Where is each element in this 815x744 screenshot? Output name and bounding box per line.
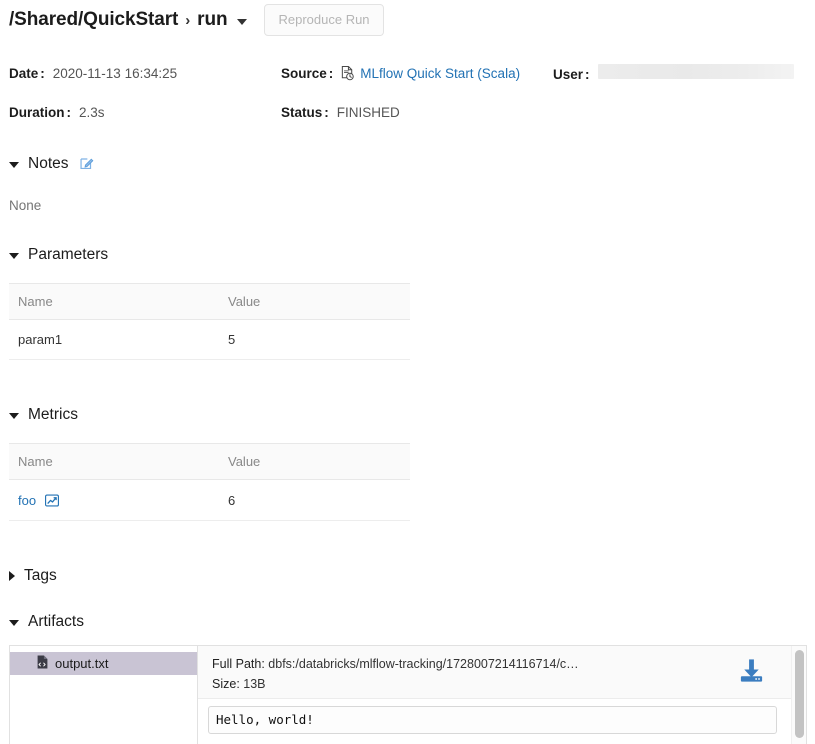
edit-pencil-icon[interactable]: [80, 156, 94, 175]
notes-title: Notes: [28, 155, 69, 173]
date-label: Date:: [9, 66, 45, 81]
artifact-detail-header: Full Path: dbfs:/databricks/mlflow-track…: [198, 646, 791, 699]
parameter-value: 5: [219, 320, 410, 360]
size-value: 13B: [243, 677, 265, 691]
artifact-full-path: Full Path: dbfs:/databricks/mlflow-track…: [212, 654, 579, 674]
column-header-name: Name: [9, 284, 219, 320]
date-value: 2020-11-13 16:34:25: [53, 66, 177, 81]
run-details-page: /Shared/QuickStart › run Reproduce Run D…: [0, 0, 815, 744]
artifact-tree-item-output-txt[interactable]: output.txt: [10, 652, 197, 675]
caret-down-icon[interactable]: [9, 413, 19, 419]
parameters-table: Name Value param1 5: [9, 283, 410, 360]
caret-down-icon[interactable]: [9, 620, 19, 626]
size-label: Size:: [212, 677, 240, 691]
breadcrumb-root[interactable]: /Shared/QuickStart: [9, 9, 178, 31]
artifact-browser: output.txt Full Path: dbfs:/databricks/m…: [9, 645, 807, 744]
duration-field: Duration: 2.3s: [9, 105, 281, 120]
table-row: foo 6: [9, 480, 410, 521]
artifact-panel-scrollbar[interactable]: [791, 646, 806, 744]
metadata-row-2: Duration: 2.3s Status: FINISHED: [9, 99, 809, 125]
metadata-row-1: Date: 2020-11-13 16:34:25 Source: MLflow…: [9, 60, 809, 86]
metrics-section-header[interactable]: Metrics: [9, 406, 78, 424]
artifact-file-tree: output.txt: [10, 646, 198, 744]
status-value: FINISHED: [337, 105, 400, 120]
artifact-file-name: output.txt: [55, 656, 108, 671]
parameter-name: param1: [9, 320, 219, 360]
breadcrumb-separator-icon: ›: [185, 12, 190, 29]
source-label: Source:: [281, 66, 333, 81]
user-label: User:: [553, 67, 590, 82]
notes-body-text: None: [9, 198, 41, 213]
line-chart-icon[interactable]: [45, 495, 59, 510]
notebook-revision-icon: [340, 66, 355, 86]
metric-name-cell: foo: [9, 480, 219, 521]
artifacts-title: Artifacts: [28, 613, 84, 631]
scrollbar-thumb[interactable]: [795, 650, 804, 738]
metrics-table: Name Value foo 6: [9, 443, 410, 521]
notes-section-header[interactable]: Notes: [9, 154, 94, 173]
duration-value: 2.3s: [79, 105, 105, 120]
artifact-detail-view: Full Path: dbfs:/databricks/mlflow-track…: [198, 646, 791, 744]
metric-value: 6: [219, 480, 410, 521]
column-header-name: Name: [9, 444, 219, 480]
column-header-value: Value: [219, 444, 410, 480]
status-field: Status: FINISHED: [281, 105, 553, 120]
breadcrumb-current-run: run: [197, 9, 227, 31]
caret-down-icon[interactable]: [9, 162, 19, 168]
tags-title: Tags: [24, 567, 57, 585]
user-value-redacted: [598, 64, 794, 79]
table-row: param1 5: [9, 320, 410, 360]
artifacts-section-header[interactable]: Artifacts: [9, 613, 84, 631]
source-notebook-link[interactable]: MLflow Quick Start (Scala): [360, 66, 520, 81]
status-label: Status:: [281, 105, 329, 120]
download-icon[interactable]: [738, 654, 779, 689]
chevron-down-icon[interactable]: [237, 19, 247, 25]
parameters-section-header[interactable]: Parameters: [9, 246, 108, 264]
column-header-value: Value: [219, 284, 410, 320]
parameters-title: Parameters: [28, 246, 108, 264]
table-header-row: Name Value: [9, 284, 410, 320]
artifact-detail-meta: Full Path: dbfs:/databricks/mlflow-track…: [212, 654, 579, 694]
caret-right-icon[interactable]: [9, 571, 15, 581]
full-path-value: dbfs:/databricks/mlflow-tracking/1728007…: [268, 657, 578, 671]
page-header: /Shared/QuickStart › run Reproduce Run: [9, 4, 384, 36]
run-metadata: Date: 2020-11-13 16:34:25 Source: MLflow…: [9, 60, 809, 125]
table-header-row: Name Value: [9, 444, 410, 480]
date-field: Date: 2020-11-13 16:34:25: [9, 66, 281, 81]
file-code-icon: [36, 655, 49, 672]
full-path-label: Full Path:: [212, 657, 265, 671]
tags-section-header[interactable]: Tags: [9, 567, 57, 585]
user-field: User:: [553, 64, 809, 82]
source-field: Source: MLflow Quick Start (Scala): [281, 63, 553, 83]
metric-link-foo[interactable]: foo: [18, 493, 36, 508]
artifact-size: Size: 13B: [212, 674, 579, 694]
metrics-title: Metrics: [28, 406, 78, 424]
reproduce-run-button[interactable]: Reproduce Run: [264, 4, 383, 36]
caret-down-icon[interactable]: [9, 253, 19, 259]
breadcrumb: /Shared/QuickStart › run: [9, 9, 247, 31]
artifact-text-preview: Hello, world!: [208, 706, 777, 734]
duration-label: Duration:: [9, 105, 71, 120]
